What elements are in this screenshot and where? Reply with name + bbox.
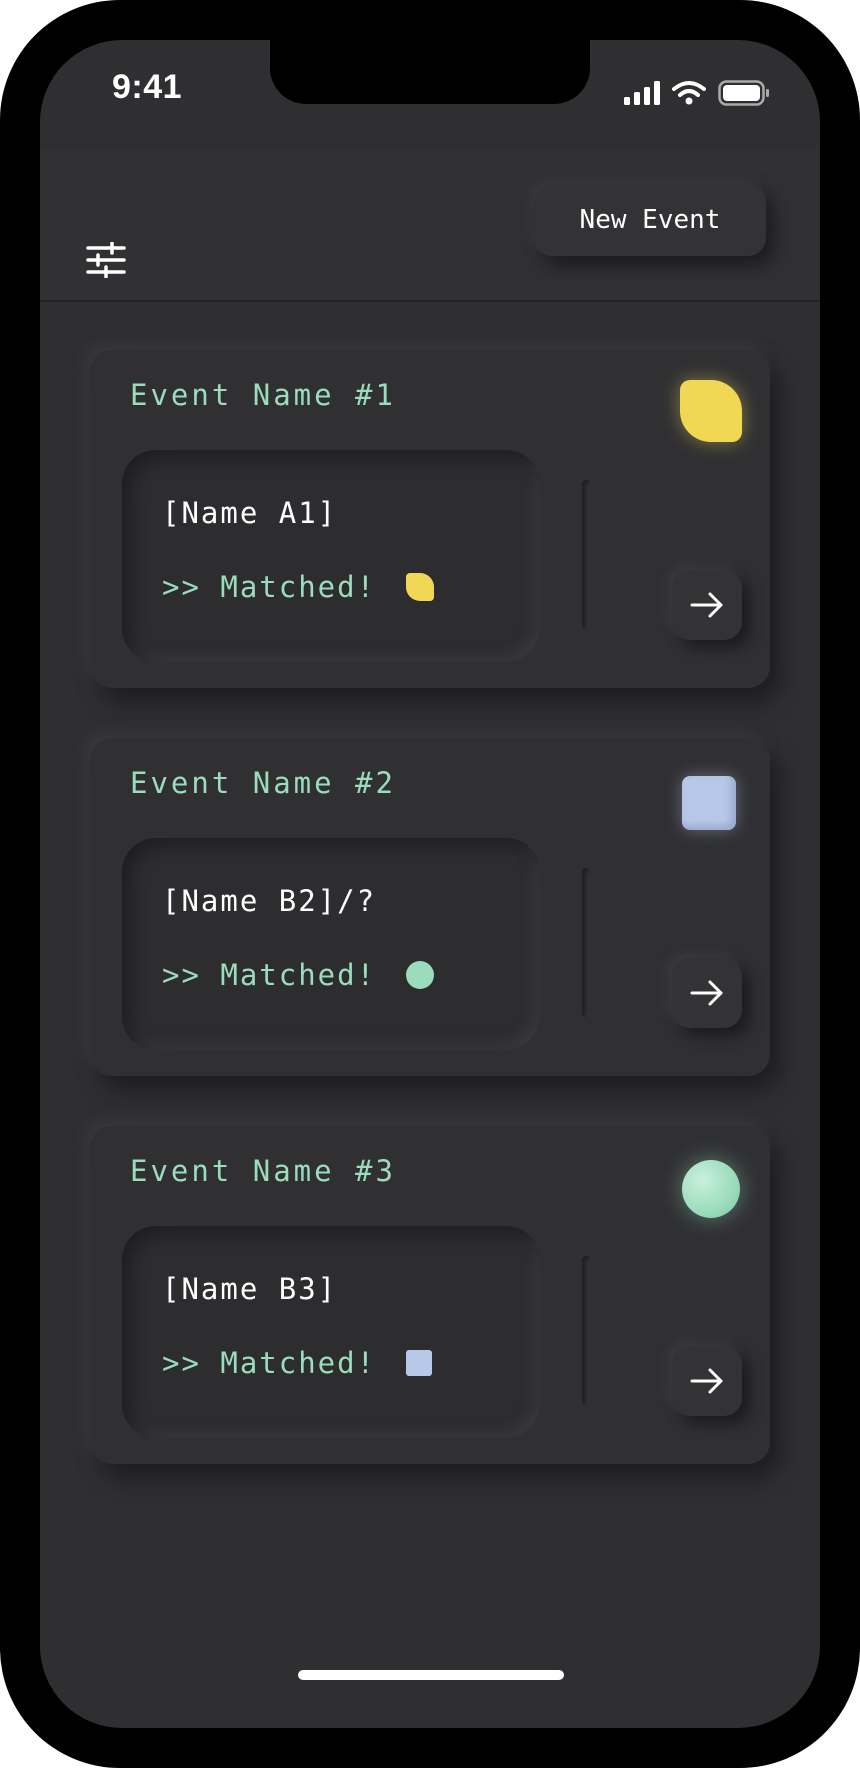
arrow-right-icon [690, 592, 723, 618]
match-status: >> Matched! [162, 1346, 433, 1380]
status-time: 9:41 [112, 68, 183, 106]
app-screen: 9:41 New Event Event Name #1 [Name A1] >… [40, 40, 820, 1728]
new-event-button[interactable]: New Event [534, 184, 766, 256]
match-panel: [Name A1] >> Matched! [122, 450, 540, 662]
event-badge [682, 1160, 740, 1218]
circle-shape-icon [406, 961, 435, 989]
match-panel: [Name B3] >> Matched! [122, 1226, 540, 1438]
phone-frame: 9:41 New Event Event Name #1 [Name A1] >… [0, 0, 860, 1768]
arrow-right-icon [690, 1368, 723, 1394]
participant-name: [Name B2]/? [162, 884, 377, 918]
event-list: Event Name #1 [Name A1] >> Matched! Even… [90, 350, 770, 1514]
arrow-right-icon [690, 980, 723, 1006]
filter-button[interactable] [84, 238, 128, 282]
divider [582, 1256, 590, 1406]
square-shape-icon [406, 1350, 433, 1376]
leaf-shape-icon [406, 573, 435, 601]
notch [270, 40, 590, 104]
match-status: >> Matched! [162, 570, 435, 604]
event-badge [682, 776, 736, 830]
participant-name: [Name A1] [162, 496, 338, 530]
circle-shape-icon [682, 1160, 740, 1218]
open-event-button[interactable] [672, 1346, 742, 1416]
event-card: Event Name #3 [Name B3] >> Matched! [90, 1126, 770, 1464]
divider [582, 868, 590, 1018]
match-panel: [Name B2]/? >> Matched! [122, 838, 540, 1050]
open-event-button[interactable] [672, 570, 742, 640]
event-badge [680, 380, 742, 442]
home-indicator[interactable] [298, 1670, 564, 1680]
wifi-icon [672, 81, 706, 105]
leaf-shape-icon [680, 380, 742, 442]
match-status: >> Matched! [162, 958, 435, 992]
status-icons [624, 80, 770, 106]
sliders-icon [86, 242, 126, 278]
signal-icon [624, 81, 660, 105]
event-title: Event Name #1 [130, 378, 396, 412]
match-status-label: >> Matched! [162, 1346, 377, 1380]
event-card: Event Name #1 [Name A1] >> Matched! [90, 350, 770, 688]
open-event-button[interactable] [672, 958, 742, 1028]
match-status-label: >> Matched! [162, 570, 377, 604]
divider [582, 480, 590, 630]
match-status-label: >> Matched! [162, 958, 377, 992]
battery-icon [718, 80, 769, 106]
event-title: Event Name #2 [130, 766, 396, 800]
event-card: Event Name #2 [Name B2]/? >> Matched! [90, 738, 770, 1076]
event-title: Event Name #3 [130, 1154, 396, 1188]
square-shape-icon [682, 776, 736, 830]
participant-name: [Name B3] [162, 1272, 338, 1306]
